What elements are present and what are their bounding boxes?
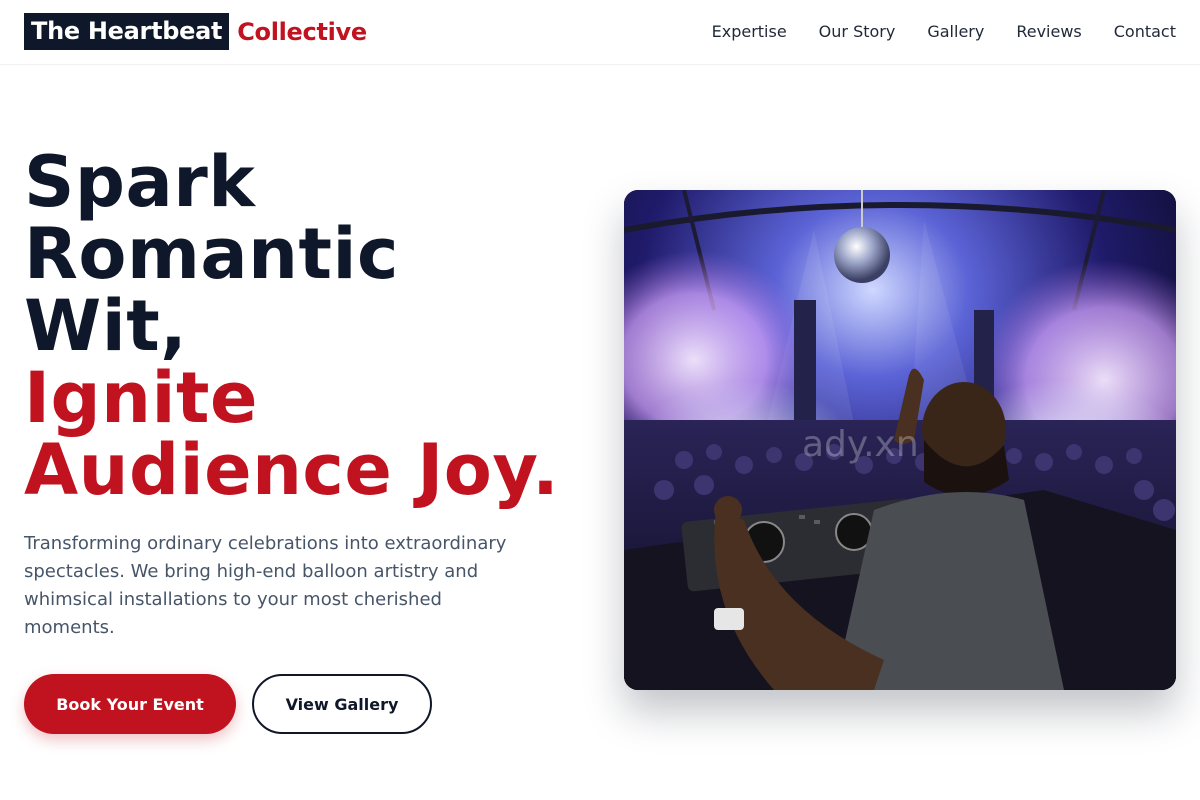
headline-line-5: Audience Joy.	[24, 429, 560, 511]
hero-headline: Spark Romantic Wit, Ignite Audience Joy.	[24, 146, 559, 506]
image-watermark: ady.xn	[802, 424, 919, 465]
hero-image: ady.xn	[624, 190, 1176, 690]
brand-logo[interactable]: The Heartbeat Collective	[24, 13, 367, 50]
site-header: The Heartbeat Collective Expertise Our S…	[0, 0, 1200, 65]
book-event-button[interactable]: Book Your Event	[24, 674, 236, 734]
hero-subtext: Transforming ordinary celebrations into …	[24, 533, 507, 638]
brand-name-primary: The Heartbeat	[24, 13, 230, 50]
headline-line-2: Romantic	[24, 213, 399, 295]
nav-link-contact[interactable]: Contact	[1114, 22, 1176, 41]
nav-link-reviews[interactable]: Reviews	[1016, 22, 1081, 41]
nav-link-expertise[interactable]: Expertise	[712, 22, 787, 41]
main-nav: Expertise Our Story Gallery Reviews Cont…	[680, 0, 1176, 62]
headline-line-3: Wit,	[24, 285, 188, 367]
headline-line-4: Ignite	[24, 357, 258, 439]
view-gallery-button[interactable]: View Gallery	[252, 674, 432, 734]
headline-line-1: Spark	[24, 141, 256, 223]
nav-link-gallery[interactable]: Gallery	[927, 22, 984, 41]
nav-link-our-story[interactable]: Our Story	[819, 22, 896, 41]
brand-name-accent: Collective	[237, 17, 367, 46]
